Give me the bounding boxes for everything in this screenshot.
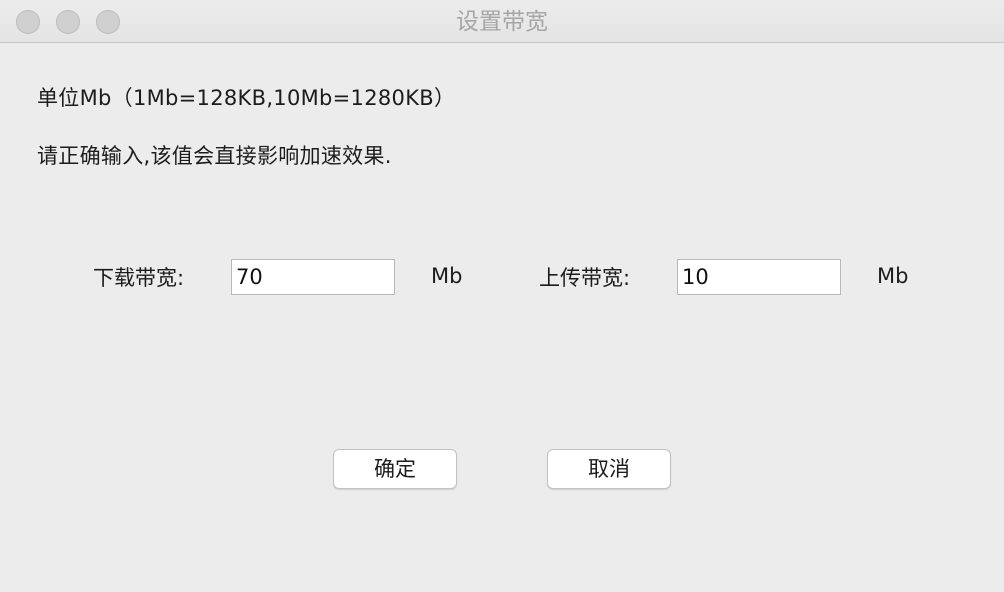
- download-bandwidth-label: 下载带宽:: [93, 266, 185, 290]
- title-bar: 设置带宽: [0, 0, 1004, 43]
- window-title: 设置带宽: [456, 9, 548, 35]
- warning-info-text: 请正确输入,该值会直接影响加速效果.: [37, 144, 392, 168]
- upload-bandwidth-input[interactable]: [677, 259, 841, 295]
- bandwidth-settings-window: 设置带宽 单位Mb（1Mb=128KB,10Mb=1280KB） 请正确输入,该…: [0, 0, 1004, 592]
- upload-unit-label: Mb: [877, 264, 909, 288]
- cancel-button[interactable]: 取消: [547, 449, 671, 489]
- upload-bandwidth-label: 上传带宽:: [539, 266, 631, 290]
- unit-info-text: 单位Mb（1Mb=128KB,10Mb=1280KB）: [37, 86, 456, 110]
- download-bandwidth-input[interactable]: [231, 259, 395, 295]
- download-unit-label: Mb: [431, 264, 463, 288]
- confirm-button[interactable]: 确定: [333, 449, 457, 489]
